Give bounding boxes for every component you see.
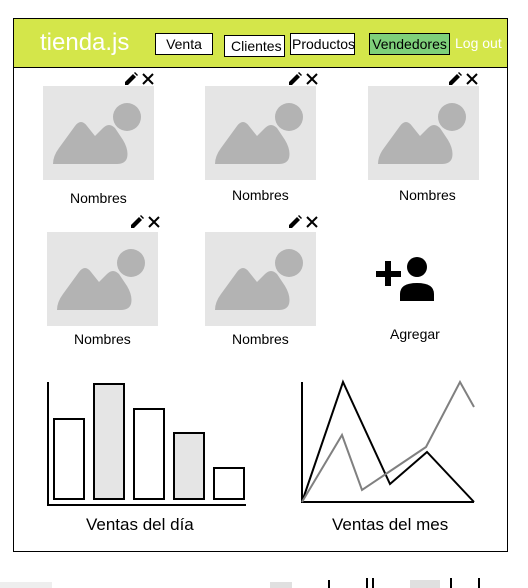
image-placeholder-icon — [53, 103, 141, 164]
monthly-sales-chart — [301, 379, 475, 503]
series-line — [301, 379, 475, 503]
image-placeholder-icon — [215, 249, 303, 310]
bottom-scroll-strip — [0, 578, 480, 588]
close-icon[interactable] — [306, 216, 318, 228]
seller-photo-placeholder — [368, 86, 479, 180]
nav-clientes-button[interactable]: Clientes — [224, 35, 285, 57]
bar — [213, 467, 245, 500]
chart-axis — [301, 382, 474, 503]
pencil-icon[interactable] — [130, 215, 144, 229]
brand-logo[interactable]: tienda.js — [40, 29, 129, 57]
daily-sales-chart — [47, 382, 246, 506]
nav-productos-button[interactable]: Productos — [290, 33, 355, 55]
seller-name: Nombres — [232, 331, 289, 347]
seller-photo-placeholder — [205, 86, 316, 180]
image-placeholder-icon — [215, 103, 303, 164]
pencil-icon[interactable] — [288, 72, 302, 86]
top-navbar: tienda.js Venta Clientes Productos Vende… — [13, 18, 508, 68]
pencil-icon[interactable] — [124, 72, 138, 86]
close-icon[interactable] — [148, 216, 160, 228]
daily-sales-title: Ventas del día — [86, 515, 194, 534]
seller-photo-placeholder — [43, 86, 154, 180]
seller-name: Nombres — [70, 190, 127, 206]
image-placeholder-icon — [378, 103, 466, 164]
pencil-icon[interactable] — [288, 215, 302, 229]
close-icon[interactable] — [306, 73, 318, 85]
series-line — [301, 379, 475, 503]
pencil-icon[interactable] — [448, 72, 462, 86]
seller-photo-placeholder — [47, 232, 158, 326]
bar — [53, 418, 85, 500]
add-seller-label[interactable]: Agregar — [390, 326, 440, 342]
nav-vendedores-button[interactable]: Vendedores — [369, 33, 450, 55]
seller-name: Nombres — [399, 187, 456, 203]
add-user-icon[interactable] — [376, 257, 442, 303]
monthly-sales-title: Ventas del mes — [332, 515, 449, 534]
logout-link[interactable]: Log out — [455, 35, 502, 51]
bar — [173, 432, 205, 500]
bar — [133, 408, 165, 500]
seller-photo-placeholder — [205, 232, 316, 326]
image-placeholder-icon — [57, 249, 145, 310]
seller-name: Nombres — [232, 187, 289, 203]
bar — [93, 383, 125, 500]
seller-name: Nombres — [74, 331, 131, 347]
close-icon[interactable] — [142, 73, 154, 85]
nav-venta-button[interactable]: Venta — [155, 33, 213, 55]
close-icon[interactable] — [466, 73, 478, 85]
